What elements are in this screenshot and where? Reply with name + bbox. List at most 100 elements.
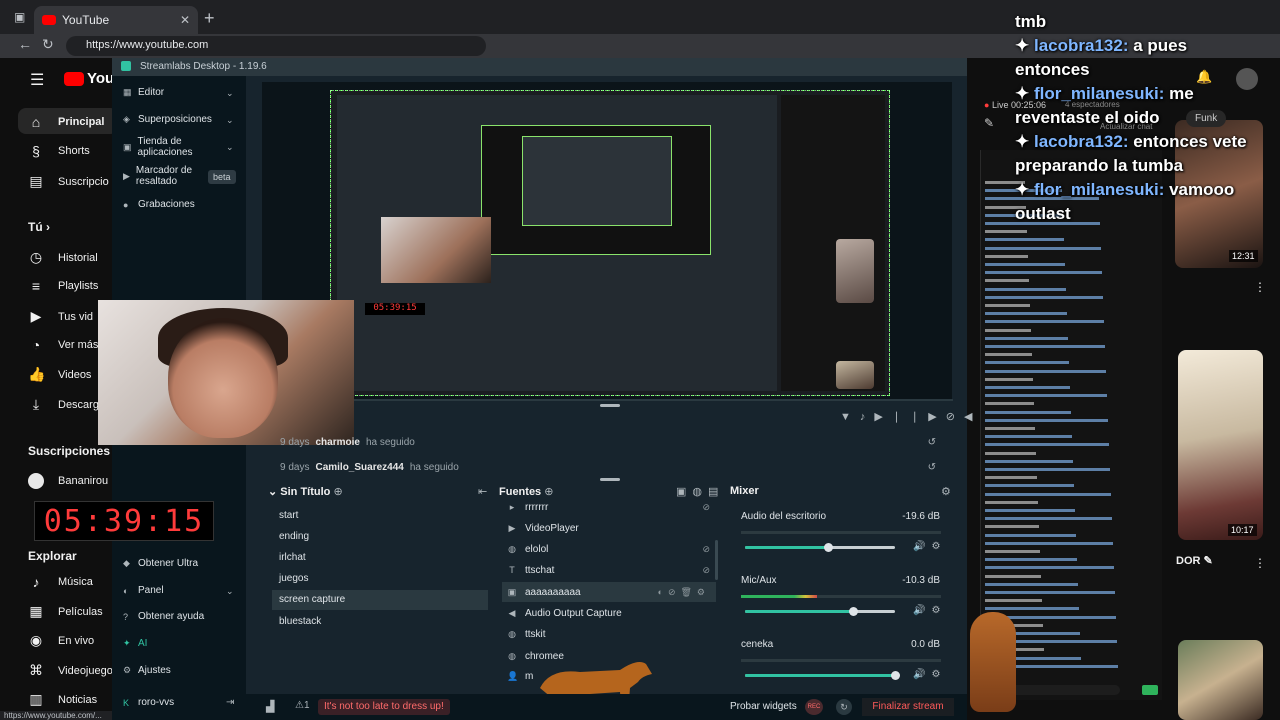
- new-tab-button[interactable]: +: [204, 8, 215, 29]
- menu-recordings[interactable]: ● Grabaciones: [123, 199, 195, 210]
- volume-knob[interactable]: [891, 671, 900, 680]
- nav-item-principal[interactable]: ⌂ Principal: [28, 114, 105, 130]
- replay-icon[interactable]: ↺: [928, 462, 936, 473]
- visibility-icon[interactable]: ⊘: [702, 565, 710, 576]
- nav-item-watch-later[interactable]: ◔ Ver más: [28, 337, 99, 353]
- add-scene-icon[interactable]: ⊕: [333, 486, 342, 498]
- menu-ai[interactable]: ✦ AI: [123, 638, 147, 649]
- nav-item-movies[interactable]: ▦ Películas: [28, 603, 102, 620]
- edit-icon[interactable]: ✎: [984, 116, 994, 130]
- chevron-down-icon[interactable]: ⌄: [226, 88, 234, 99]
- menu-editor[interactable]: ▦ Editor: [123, 87, 164, 98]
- nav-item-downloads[interactable]: ⤓ Descarg: [28, 396, 99, 413]
- scene-item-selected[interactable]: screen capture: [272, 590, 488, 610]
- mixer-channel-icons[interactable]: 🔊⚙: [913, 669, 946, 680]
- volume-knob[interactable]: [849, 607, 858, 616]
- nav-item-subscriptions[interactable]: ▤ Suscripcio: [28, 173, 108, 190]
- url-field[interactable]: https://www.youtube.com: [66, 36, 486, 56]
- menu-settings[interactable]: ⚙ Ajustes: [123, 665, 171, 676]
- source-item[interactable]: ◍ elolol ⊘: [502, 539, 716, 559]
- like-icon: 👍: [28, 366, 46, 382]
- visibility-icon[interactable]: ⊘: [702, 502, 710, 513]
- chevron-down-icon[interactable]: ⌄: [226, 586, 234, 597]
- preview-capture-frame[interactable]: 05:39:15: [330, 90, 890, 396]
- menu-get-ultra[interactable]: ◆ Obtener Ultra: [123, 558, 198, 569]
- menu-get-help[interactable]: ? Obtener ayuda: [123, 611, 204, 622]
- nav-item-your-videos[interactable]: ▶ Tus vid: [28, 308, 93, 325]
- chat-send-button[interactable]: [1142, 685, 1158, 695]
- source-actions-icons[interactable]: ◐⊘🗑⚙: [658, 587, 710, 598]
- nav-item-gaming[interactable]: ⌘ Videojuegos: [28, 662, 118, 679]
- scene-item[interactable]: ending: [272, 527, 488, 547]
- you-section-title[interactable]: Tú ›: [28, 220, 50, 234]
- volume-knob[interactable]: [823, 543, 833, 552]
- volume-slider[interactable]: [745, 607, 895, 616]
- close-tab-icon[interactable]: ✕: [180, 13, 190, 27]
- nav-item-playlists[interactable]: ≡ Playlists: [28, 278, 98, 294]
- mixer-settings-icon[interactable]: ⚙: [941, 485, 951, 498]
- menu-dashboard[interactable]: ◐ Panel: [123, 585, 164, 596]
- stats-icon[interactable]: ▟: [266, 700, 274, 713]
- notification-banner[interactable]: It's not too late to dress up!: [318, 699, 450, 715]
- replay-icon[interactable]: ↺: [928, 437, 936, 448]
- menu-overlays[interactable]: ◈ Superposiciones: [123, 114, 212, 125]
- source-item[interactable]: ◀ Audio Output Capture: [502, 603, 716, 623]
- resize-handle[interactable]: [600, 404, 620, 407]
- nav-item-shorts[interactable]: § Shorts: [28, 143, 90, 159]
- chat-line-bar: [985, 558, 1077, 562]
- volume-slider[interactable]: [745, 671, 900, 680]
- logout-icon[interactable]: ⇥: [226, 697, 234, 708]
- mixer-channel-icons[interactable]: 🔊⚙: [913, 541, 946, 552]
- video-thumbnail[interactable]: 10:17: [1178, 350, 1263, 540]
- source-toolbar-icons[interactable]: ▣◍▤: [676, 485, 724, 498]
- nav-item-liked[interactable]: 👍 Videos: [28, 366, 91, 383]
- scene-item[interactable]: bluestack: [272, 612, 488, 632]
- menu-highlighter[interactable]: ▶ Marcador de resaltado: [123, 165, 208, 187]
- nav-item-music[interactable]: ♪ Música: [28, 574, 93, 590]
- tab-overview-icon[interactable]: ▣: [14, 10, 25, 24]
- resize-handle[interactable]: [600, 478, 620, 481]
- mixer-channel-db: -19.6 dB: [902, 511, 940, 522]
- account-icon: K: [123, 697, 130, 708]
- alert-count[interactable]: ⚠1: [295, 700, 310, 711]
- reload-icon[interactable]: ↻: [42, 36, 54, 53]
- badge-icon: ✦: [1015, 36, 1030, 55]
- more-icon[interactable]: ⋮: [1254, 280, 1266, 294]
- source-item[interactable]: ▸ rrrrrrr ⊘: [502, 499, 716, 515]
- browser-tab[interactable]: YouTube ✕: [34, 6, 198, 34]
- nav-item-live[interactable]: ◉ En vivo: [28, 632, 94, 649]
- nav-item-history[interactable]: ◷ Historial: [28, 249, 98, 266]
- scene-item[interactable]: juegos: [272, 569, 488, 589]
- mixer-channel-icons[interactable]: 🔊⚙: [913, 605, 946, 616]
- menu-account[interactable]: Kroro-vvs: [123, 697, 174, 708]
- video-thumbnail[interactable]: [1178, 640, 1263, 720]
- playback-controls[interactable]: ▼♪▶❘❘▶⊘◀: [840, 410, 981, 423]
- rec-button[interactable]: REC: [805, 699, 823, 715]
- source-item[interactable]: ◍ ttskit: [502, 624, 716, 644]
- source-item-hovered[interactable]: ▣ aaaaaaaaaa ◐⊘🗑⚙: [502, 582, 716, 602]
- source-item[interactable]: ▶ VideoPlayer: [502, 518, 716, 538]
- end-stream-button[interactable]: Finalizar stream: [862, 698, 954, 716]
- hamburger-menu-icon[interactable]: ☰: [30, 70, 44, 90]
- visibility-icon[interactable]: ⊘: [702, 544, 710, 555]
- scene-item[interactable]: irlchat: [272, 548, 488, 568]
- nav-item-news[interactable]: ▥ Noticias: [28, 691, 97, 708]
- source-item[interactable]: Tttschat ⊘: [502, 560, 716, 580]
- scene-item[interactable]: start: [272, 506, 488, 526]
- sources-scrollbar[interactable]: [715, 540, 718, 580]
- back-icon[interactable]: ←: [18, 36, 32, 52]
- collapse-icon[interactable]: ⇤: [478, 485, 487, 498]
- chevron-down-icon[interactable]: ⌄: [226, 115, 234, 126]
- chevron-down-icon[interactable]: ⌄: [226, 142, 234, 153]
- chat-line: [985, 270, 1157, 278]
- menu-app-store[interactable]: ▣ Tienda de aplicaciones: [123, 136, 213, 158]
- chat-line: [985, 295, 1157, 303]
- subscription-channel[interactable]: Bananirou: [28, 473, 108, 489]
- replay-buffer-icon[interactable]: ↻: [836, 699, 852, 715]
- test-widgets-button[interactable]: Probar widgets: [730, 701, 797, 712]
- volume-slider[interactable]: [745, 543, 895, 552]
- add-source-icon[interactable]: ⊕: [544, 486, 553, 498]
- dashboard-icon: ◐: [123, 585, 129, 596]
- mixer-channel-name: ceneka: [741, 639, 774, 650]
- more-icon[interactable]: ⋮: [1254, 556, 1266, 570]
